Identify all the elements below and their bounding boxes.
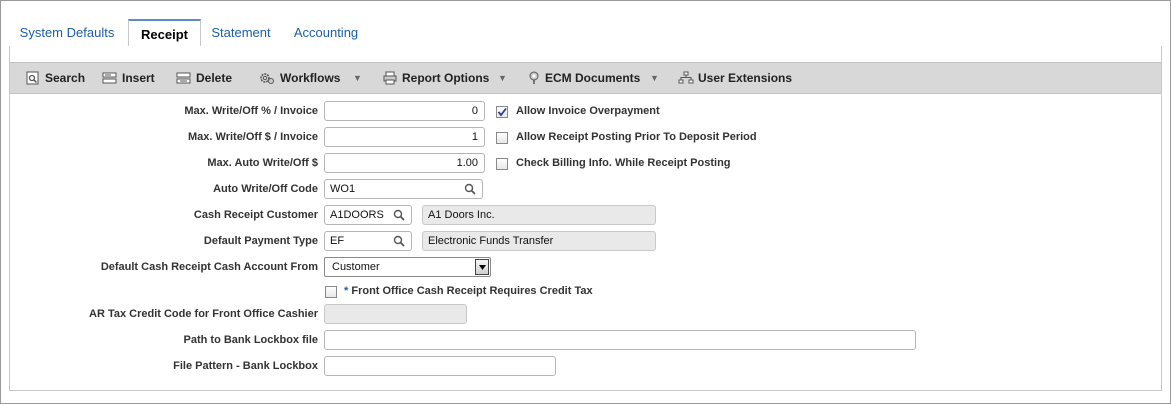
tab-receipt[interactable]: Receipt xyxy=(128,19,201,47)
report-options-dropdown-icon[interactable]: ▼ xyxy=(498,63,507,93)
max-auto-writeoff-input[interactable]: 1.00 xyxy=(324,153,485,173)
cash-receipt-customer-description: A1 Doors Inc. xyxy=(422,205,656,225)
lookup-search-icon[interactable] xyxy=(464,183,476,195)
ar-tax-credit-code-label: AR Tax Credit Code for Front Office Cash… xyxy=(89,308,318,320)
front-office-credit-tax-label: * Front Office Cash Receipt Requires Cre… xyxy=(344,285,593,297)
allow-receipt-prior-deposit-label: Allow Receipt Posting Prior To Deposit P… xyxy=(516,131,757,143)
receipt-panel: Search Insert Delete Workflows ▼ Report … xyxy=(9,46,1162,391)
search-label: Search xyxy=(45,71,86,85)
path-bank-lockbox-label: Path to Bank Lockbox file xyxy=(183,334,318,346)
default-payment-type-input[interactable]: EF xyxy=(324,231,412,251)
search-icon xyxy=(26,71,39,85)
cash-receipt-customer-label: Cash Receipt Customer xyxy=(193,209,318,221)
ecm-documents-dropdown-icon[interactable]: ▼ xyxy=(650,63,659,93)
check-billing-info-checkbox[interactable] xyxy=(496,158,508,170)
lookup-search-icon[interactable] xyxy=(393,235,405,247)
ecm-documents-label: ECM Documents xyxy=(545,71,641,85)
checkmark-icon xyxy=(497,107,507,117)
toolbar: Search Insert Delete Workflows ▼ Report … xyxy=(10,62,1161,94)
allow-receipt-prior-deposit-checkbox[interactable] xyxy=(496,132,508,144)
file-pattern-lockbox-label: File Pattern - Bank Lockbox xyxy=(173,360,318,372)
allow-invoice-overpayment-label: Allow Invoice Overpayment xyxy=(516,105,660,117)
default-cash-account-from-select[interactable]: Customer xyxy=(324,257,491,277)
default-payment-type-label: Default Payment Type xyxy=(203,235,318,247)
max-auto-writeoff-label: Max. Auto Write/Off $ xyxy=(207,157,318,169)
insert-icon xyxy=(102,72,117,84)
front-office-credit-tax-checkbox[interactable] xyxy=(325,286,337,298)
ecm-pin-icon xyxy=(529,71,539,84)
auto-writeoff-code-value: WO1 xyxy=(330,183,356,195)
receipt-settings-window: System Defaults Receipt Statement Accoun… xyxy=(0,0,1171,404)
tab-system-defaults[interactable]: System Defaults xyxy=(12,19,122,45)
check-billing-info-label: Check Billing Info. While Receipt Postin… xyxy=(516,157,731,169)
insert-label: Insert xyxy=(122,71,155,85)
cash-receipt-customer-value: A1DOORS xyxy=(330,209,384,221)
workflows-dropdown-icon[interactable]: ▼ xyxy=(353,63,362,93)
workflows-label: Workflows xyxy=(280,71,341,85)
default-payment-type-description: Electronic Funds Transfer xyxy=(422,231,656,251)
tab-accounting[interactable]: Accounting xyxy=(288,19,364,45)
allow-invoice-overpayment-checkbox[interactable] xyxy=(496,106,508,118)
delete-label: Delete xyxy=(196,71,233,85)
path-bank-lockbox-input[interactable] xyxy=(324,330,916,350)
max-writeoff-amt-label: Max. Write/Off $ / Invoice xyxy=(188,131,318,143)
dropdown-button[interactable] xyxy=(475,259,489,275)
printer-icon xyxy=(383,71,397,85)
chevron-down-icon xyxy=(479,265,486,270)
max-writeoff-amt-input[interactable]: 1 xyxy=(324,127,485,147)
gear-icon xyxy=(260,73,274,84)
lookup-search-icon[interactable] xyxy=(393,209,405,221)
delete-icon xyxy=(176,72,191,84)
default-payment-type-value: EF xyxy=(330,235,345,247)
front-office-credit-tax-text: Front Office Cash Receipt Requires Credi… xyxy=(351,285,593,297)
auto-writeoff-code-input[interactable]: WO1 xyxy=(324,179,483,199)
hierarchy-icon xyxy=(678,71,694,84)
max-writeoff-pct-input[interactable]: 0 xyxy=(324,101,485,121)
file-pattern-lockbox-input[interactable] xyxy=(324,356,556,376)
required-marker: * xyxy=(344,285,349,297)
user-extensions-label: User Extensions xyxy=(698,71,793,85)
report-options-label: Report Options xyxy=(402,71,490,85)
default-cash-account-from-value: Customer xyxy=(332,261,380,273)
auto-writeoff-code-label: Auto Write/Off Code xyxy=(213,183,318,195)
tab-bar: System Defaults Receipt Statement Accoun… xyxy=(9,19,1161,47)
cash-receipt-customer-input[interactable]: A1DOORS xyxy=(324,205,412,225)
tab-statement[interactable]: Statement xyxy=(206,19,276,45)
ar-tax-credit-code-input xyxy=(324,304,467,324)
default-cash-account-from-label: Default Cash Receipt Cash Account From xyxy=(100,261,318,273)
max-writeoff-pct-label: Max. Write/Off % / Invoice xyxy=(184,105,318,117)
